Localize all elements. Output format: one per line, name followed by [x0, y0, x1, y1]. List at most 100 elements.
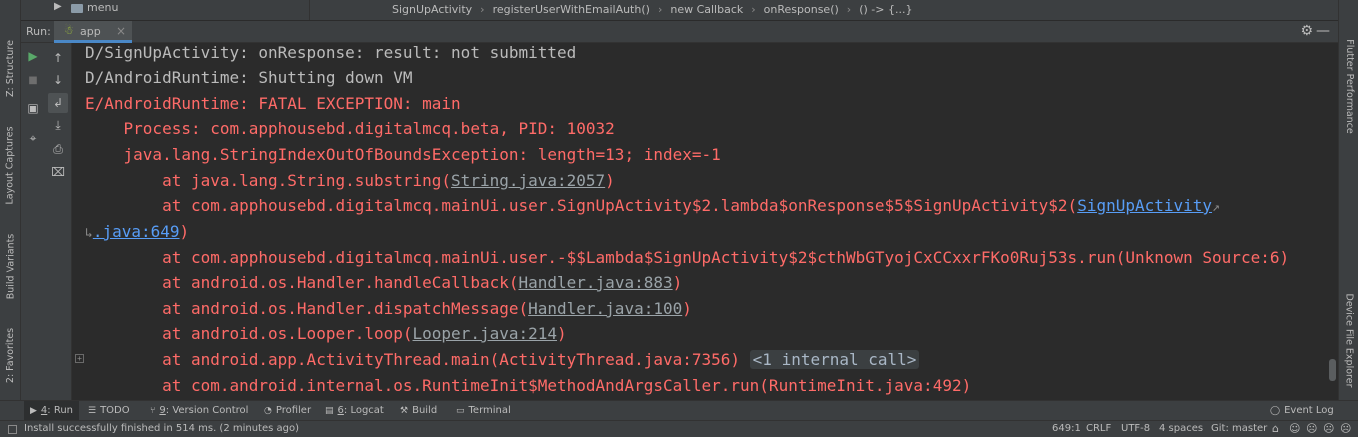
bottom-tool-tabs: ▶ 4: Run ☰ TODO ⑂ 9: Version Control ◔ P…	[0, 400, 1358, 420]
right-tool-stripe: Flutter Performance Device File Explorer	[1338, 0, 1358, 400]
status-message[interactable]: Install successfully finished in 514 ms.…	[24, 423, 299, 434]
breadcrumb-item[interactable]: onResponse()	[764, 3, 847, 16]
structure-tool-tab[interactable]: Z: Structure	[2, 38, 19, 98]
log-line: Process: com.apphousebd.digitalmcq.beta,…	[85, 119, 615, 138]
build-variants-tool-tab[interactable]: Build Variants	[2, 228, 19, 304]
tab-version-control-label: 9: Version Control	[159, 405, 249, 416]
source-link[interactable]: Looper.java:214	[413, 324, 558, 343]
print-icon[interactable]: ⎙	[48, 139, 68, 159]
console-output[interactable]: D/SignUpActivity: onResponse: result: no…	[73, 43, 1326, 400]
tab-logcat-label: 6: Logcat	[337, 405, 384, 416]
git-branch[interactable]: Git: master	[1211, 423, 1267, 434]
breadcrumb-separator: ›	[751, 3, 756, 16]
inspector-icon[interactable]: ☺	[1289, 422, 1300, 435]
breadcrumb-item[interactable]: SignUpActivity	[392, 3, 480, 16]
line-separator[interactable]: CRLF	[1086, 423, 1111, 434]
soft-wrap-icon[interactable]: ↲	[48, 93, 68, 113]
source-link[interactable]: .java:649	[93, 222, 180, 241]
stack-frame: at android.app.ActivityThread.main(Activ…	[85, 350, 920, 370]
stack-frame: at android.os.Handler.handleCallback(Han…	[85, 273, 682, 293]
tab-logcat[interactable]: ▤ 6: Logcat	[325, 401, 384, 420]
breadcrumb-item[interactable]: () -> {...}	[859, 3, 920, 16]
caret-position[interactable]: 649:1	[1052, 423, 1081, 434]
lock-icon[interactable]: ⌂	[1272, 422, 1279, 435]
breadcrumb-separator: ›	[657, 3, 663, 16]
breadcrumb: SignUpActivity › registerUserWithEmailAu…	[392, 3, 920, 16]
pin-icon[interactable]: ⌖	[23, 128, 43, 148]
stack-frame-text: at android.os.Handler.handleCallback(	[85, 273, 519, 292]
stop-icon[interactable]: ■	[23, 70, 43, 90]
source-link[interactable]: SignUpActivity	[1077, 196, 1212, 215]
folded-internal-calls[interactable]: <1 internal call>	[749, 350, 920, 369]
tab-todo[interactable]: ☰ TODO	[88, 401, 130, 420]
android-icon: ☃	[64, 24, 74, 37]
breadcrumb-separator: ›	[846, 3, 852, 16]
down-stack-trace-icon[interactable]: ↓	[48, 70, 68, 90]
expand-arrow-icon[interactable]: ▶	[54, 1, 62, 12]
stack-frame: at com.apphousebd.digitalmcq.mainUi.user…	[85, 196, 1220, 218]
minimize-icon[interactable]: —	[1316, 23, 1330, 39]
gear-icon[interactable]: ⚙	[1300, 23, 1313, 39]
tab-run[interactable]: ▶ 4: Run	[24, 401, 80, 420]
layout-captures-tool-tab[interactable]: Layout Captures	[2, 120, 19, 210]
log-line: D/SignUpActivity: onResponse: result: no…	[85, 43, 577, 62]
log-line: E/AndroidRuntime: FATAL EXCEPTION: main	[85, 94, 461, 113]
stack-frame-text: )	[605, 171, 615, 190]
log-line: D/AndroidRuntime: Shutting down VM	[85, 68, 413, 87]
trash-icon[interactable]: ⌧	[48, 162, 68, 182]
console-scrollbar[interactable]	[1326, 43, 1338, 400]
left-tool-stripe: Z: Structure Layout Captures Build Varia…	[0, 0, 21, 400]
stack-frame-text: at com.apphousebd.digitalmcq.mainUi.user…	[85, 196, 1078, 215]
structure-tab-label: Z: Structure	[5, 39, 17, 97]
tab-todo-label: TODO	[100, 405, 130, 416]
run-config-tab-label: app	[80, 25, 101, 38]
indent-setting[interactable]: 4 spaces	[1159, 423, 1203, 434]
scrollbar-thumb[interactable]	[1329, 359, 1336, 381]
breadcrumb-item[interactable]: registerUserWithEmailAuth()	[493, 3, 658, 16]
run-window-header: Run: ☃ app × ⚙ —	[21, 21, 1338, 43]
tab-profiler[interactable]: ◔ Profiler	[264, 401, 311, 420]
source-link[interactable]: Handler.java:883	[518, 273, 672, 292]
up-stack-trace-icon[interactable]: ↑	[48, 48, 68, 68]
tab-terminal[interactable]: ▭ Terminal	[456, 401, 511, 420]
file-encoding[interactable]: UTF-8	[1121, 423, 1150, 434]
close-icon[interactable]: ×	[116, 24, 126, 38]
layout-captures-tab-label: Layout Captures	[5, 125, 17, 205]
fold-expand-icon[interactable]: +	[75, 354, 84, 363]
tab-event-log-label: Event Log	[1284, 405, 1334, 416]
tab-event-log[interactable]: ◯ Event Log	[1270, 401, 1334, 420]
tool-windows-toggle-icon[interactable]	[8, 425, 17, 434]
tab-build[interactable]: ⚒ Build	[400, 401, 437, 420]
device-file-explorer-tool-tab[interactable]: Device File Explorer	[1341, 290, 1357, 390]
run-config-tab[interactable]: ☃ app ×	[54, 21, 132, 43]
source-link[interactable]: Handler.java:100	[528, 299, 682, 318]
vcs-branch-icon: ⑂	[150, 405, 156, 416]
stack-frame-text: at android.app.ActivityThread.main(Activ…	[85, 350, 741, 369]
favorites-tool-tab[interactable]: 2: Favorites	[2, 320, 19, 390]
stack-frame-text: )	[682, 299, 692, 318]
stack-frame-continuation: ↳.java:649)	[85, 222, 189, 244]
rerun-icon[interactable]: ▶	[23, 46, 43, 66]
tab-run-label: 4: Run	[40, 405, 74, 416]
run-icon: ▶	[30, 405, 37, 416]
project-tree-row[interactable]: ▶ menu	[21, 0, 310, 20]
profiler-icon: ◔	[264, 405, 272, 416]
stack-frame-text: )	[672, 273, 683, 292]
face-sad-icon[interactable]: ☹	[1306, 422, 1317, 435]
stack-frame-text: )	[179, 222, 190, 241]
tab-version-control[interactable]: ⑂ 9: Version Control	[150, 401, 248, 420]
restore-layout-icon[interactable]: ▣	[23, 98, 43, 118]
breadcrumb-item[interactable]: new Callback	[670, 3, 751, 16]
event-log-icon: ◯	[1270, 405, 1281, 416]
face-sad-icon[interactable]: ☹	[1323, 422, 1334, 435]
breadcrumb-separator: ›	[480, 3, 485, 16]
log-line: java.lang.StringIndexOutOfBoundsExceptio…	[85, 145, 721, 164]
source-link[interactable]: String.java:2057	[451, 171, 605, 190]
flutter-performance-tool-tab[interactable]: Flutter Performance	[1341, 36, 1357, 136]
notifications-icon[interactable]: ☹	[1340, 422, 1351, 435]
stack-frame: at com.apphousebd.digitalmcq.mainUi.user…	[85, 248, 1290, 267]
logcat-icon: ▤	[325, 405, 334, 416]
scroll-to-end-icon[interactable]: ⤓	[48, 115, 68, 135]
status-bar: Install successfully finished in 514 ms.…	[0, 420, 1358, 437]
ide-window: Z: Structure Layout Captures Build Varia…	[0, 0, 1358, 437]
